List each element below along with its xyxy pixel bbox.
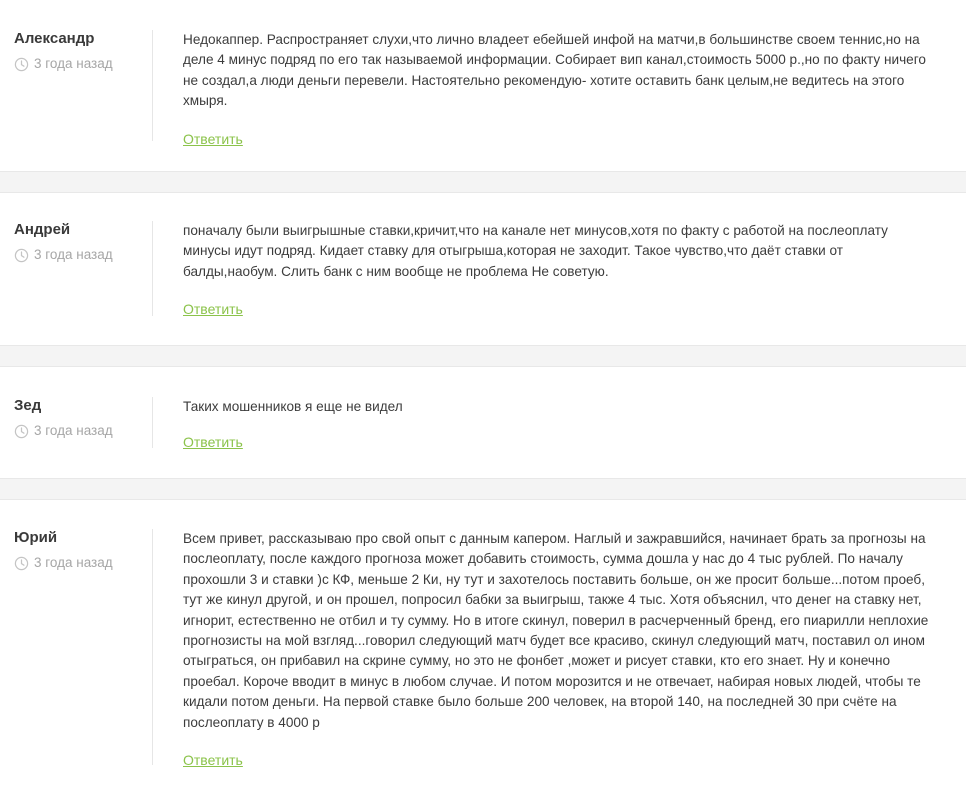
clock-icon — [14, 424, 29, 439]
comment-body: Недокаппер. Распространяет слухи,что лич… — [153, 30, 966, 171]
comment-time: 3 года назад — [34, 555, 113, 570]
comment-meta: 3 года назад — [14, 555, 152, 571]
comment-time: 3 года назад — [34, 56, 113, 71]
comment-text: Недокаппер. Распространяет слухи,что лич… — [183, 32, 926, 109]
comment-text: поначалу были выигрышные ставки,кричит,ч… — [183, 223, 888, 279]
clock-icon — [14, 57, 29, 72]
comment-item: Зед 3 года назад Таких мошенников я еще … — [0, 367, 966, 478]
author-name: Андрей — [14, 221, 71, 238]
comment-item: Юрий 3 года назад Всем привет, рассказыв… — [0, 500, 966, 791]
comment-separator — [0, 478, 966, 500]
comment-body: Таких мошенников я еще не видел Ответить — [153, 397, 966, 478]
comment-text: Всем привет, рассказываю про свой опыт с… — [183, 531, 929, 730]
comment-separator — [0, 171, 966, 193]
reply-link[interactable]: Ответить — [183, 752, 243, 768]
reply-link[interactable]: Ответить — [183, 131, 243, 147]
clock-icon — [14, 556, 29, 571]
author-name: Юрий — [14, 529, 58, 546]
reply-link[interactable]: Ответить — [183, 301, 243, 317]
comment-meta: 3 года назад — [14, 56, 152, 72]
comment-body: Всем привет, рассказываю про свой опыт с… — [153, 529, 966, 791]
comment-time: 3 года назад — [34, 423, 113, 438]
comment-time: 3 года назад — [34, 247, 113, 262]
author-name: Александр — [14, 30, 95, 47]
comment-item: Андрей 3 года назад поначалу были выигры… — [0, 193, 966, 345]
comment-author-column: Юрий 3 года назад — [0, 529, 153, 765]
comment-item: Александр 3 года назад Недокаппер. Распр… — [0, 0, 966, 171]
comment-body: поначалу были выигрышные ставки,кричит,ч… — [153, 221, 966, 345]
clock-icon — [14, 248, 29, 263]
author-name: Зед — [14, 397, 42, 414]
comment-separator — [0, 345, 966, 367]
comment-author-column: Александр 3 года назад — [0, 30, 153, 141]
comment-meta: 3 года назад — [14, 247, 152, 263]
comment-author-column: Андрей 3 года назад — [0, 221, 153, 316]
comments-list: Александр 3 года назад Недокаппер. Распр… — [0, 0, 966, 791]
comment-author-column: Зед 3 года назад — [0, 397, 153, 448]
reply-link[interactable]: Ответить — [183, 434, 243, 450]
comment-meta: 3 года назад — [14, 423, 152, 439]
comment-text: Таких мошенников я еще не видел — [183, 399, 403, 414]
